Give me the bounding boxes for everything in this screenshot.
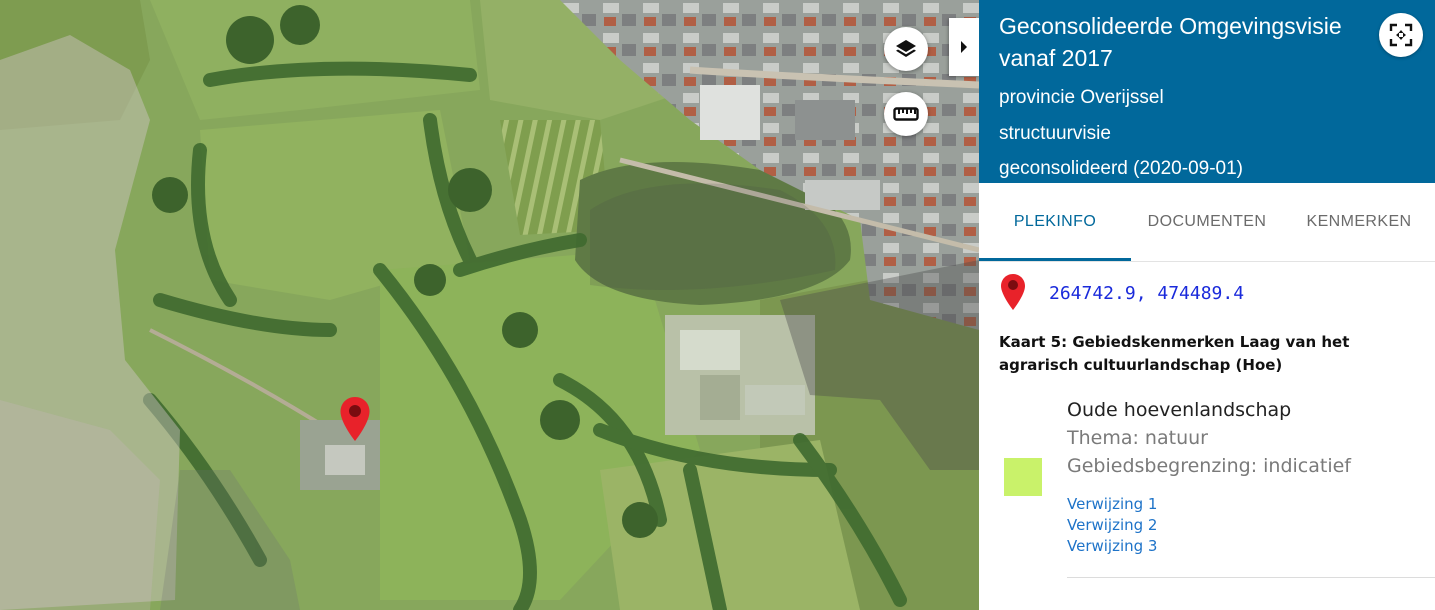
- tab-plekinfo[interactable]: PLEKINFO: [979, 183, 1131, 261]
- layers-button[interactable]: [884, 27, 928, 71]
- reference-link-3[interactable]: Verwijzing 3: [1067, 537, 1157, 555]
- panel-tabs: PLEKINFO DOCUMENTEN KENMERKEN: [979, 183, 1435, 262]
- legend-item-theme: Thema: natuur: [1067, 427, 1208, 449]
- plan-status: geconsolideerd (2020-09-01): [999, 158, 1243, 179]
- legend-color-swatch: [1004, 458, 1042, 496]
- reference-link-2[interactable]: Verwijzing 2: [1067, 516, 1157, 534]
- active-tab-indicator: [979, 258, 1131, 261]
- legend-item-boundary: Gebiedsbegrenzing: indicatief: [1067, 455, 1351, 477]
- layers-icon: [896, 40, 916, 57]
- tab-documenten[interactable]: DOCUMENTEN: [1131, 183, 1283, 261]
- aerial-photo: [0, 0, 979, 610]
- panel-header: Geconsolideerde Omgevingsvisie vanaf 201…: [979, 0, 1435, 183]
- location-pin-icon: [1001, 274, 1025, 310]
- fullscreen-icon: [1389, 23, 1413, 47]
- tab-kenmerken[interactable]: KENMERKEN: [1283, 183, 1435, 261]
- plan-type: structuurvisie: [999, 123, 1111, 144]
- collapse-panel-button[interactable]: [949, 18, 979, 76]
- plan-authority: provincie Overijssel: [999, 87, 1164, 108]
- legend-divider: [1067, 577, 1435, 578]
- map-view[interactable]: [0, 0, 979, 610]
- ruler-icon: [893, 107, 919, 121]
- plan-title: Geconsolideerde Omgevingsvisie vanaf 201…: [999, 13, 1342, 71]
- map-layer-title: Kaart 5: Gebiedskenmerken Laag van het a…: [999, 333, 1350, 374]
- location-coordinates[interactable]: 264742.9, 474489.4: [1049, 283, 1244, 304]
- chevron-right-icon: [961, 41, 967, 53]
- legend-item-name: Oude hoevenlandschap: [1067, 399, 1292, 421]
- fullscreen-button[interactable]: [1379, 13, 1423, 57]
- info-panel: Geconsolideerde Omgevingsvisie vanaf 201…: [979, 0, 1435, 610]
- reference-link-1[interactable]: Verwijzing 1: [1067, 495, 1157, 513]
- measure-button[interactable]: [884, 92, 928, 136]
- map-location-marker[interactable]: [339, 396, 371, 442]
